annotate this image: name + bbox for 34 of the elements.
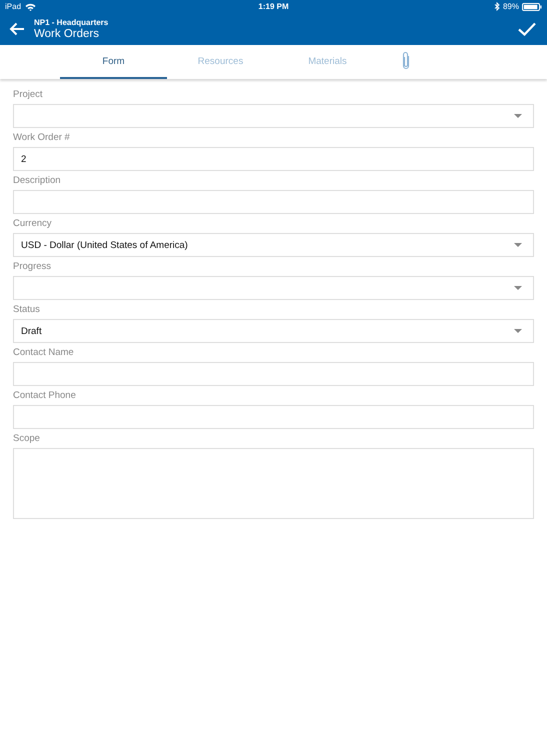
input-field[interactable]: 2 bbox=[13, 147, 534, 171]
input-field[interactable] bbox=[13, 190, 534, 214]
back-arrow-icon bbox=[9, 22, 25, 36]
field-label: Contact Phone bbox=[13, 390, 77, 401]
carrier-label: iPad bbox=[5, 2, 22, 11]
field-label: Status bbox=[13, 304, 41, 315]
dropdown-field[interactable]: Draft bbox=[13, 319, 534, 343]
bluetooth-icon bbox=[494, 2, 500, 11]
text-area[interactable] bbox=[13, 448, 534, 519]
wifi-icon bbox=[25, 2, 36, 10]
header-subtitle: NP1 - Headquarters bbox=[34, 18, 108, 27]
dropdown-caret-icon bbox=[514, 329, 522, 333]
input-field[interactable] bbox=[13, 362, 534, 386]
tab[interactable]: Form bbox=[60, 45, 167, 79]
field-label: Scope bbox=[13, 433, 41, 444]
dropdown-field[interactable] bbox=[13, 276, 534, 300]
dropdown-field[interactable]: USD - Dollar (United States of America) bbox=[13, 233, 534, 257]
clock-time: 1:19 PM bbox=[258, 2, 289, 11]
checkmark-icon bbox=[518, 22, 536, 36]
paperclip-icon bbox=[401, 51, 411, 71]
dropdown-caret-icon bbox=[514, 114, 522, 118]
field-label: Currency bbox=[13, 218, 53, 229]
dropdown-caret-icon bbox=[514, 243, 522, 247]
battery-icon bbox=[522, 2, 542, 10]
battery-percentage: 89% bbox=[502, 2, 519, 11]
field-label: Progress bbox=[13, 261, 52, 272]
header-title: Work Orders bbox=[34, 28, 100, 40]
dropdown-caret-icon bbox=[514, 286, 522, 290]
field-label: Description bbox=[13, 175, 62, 186]
dropdown-field[interactable] bbox=[13, 104, 534, 128]
field-label: Project bbox=[13, 89, 44, 100]
field-label: Contact Name bbox=[13, 347, 75, 358]
field-label: Work Order # bbox=[13, 132, 71, 143]
input-field[interactable] bbox=[13, 405, 534, 429]
